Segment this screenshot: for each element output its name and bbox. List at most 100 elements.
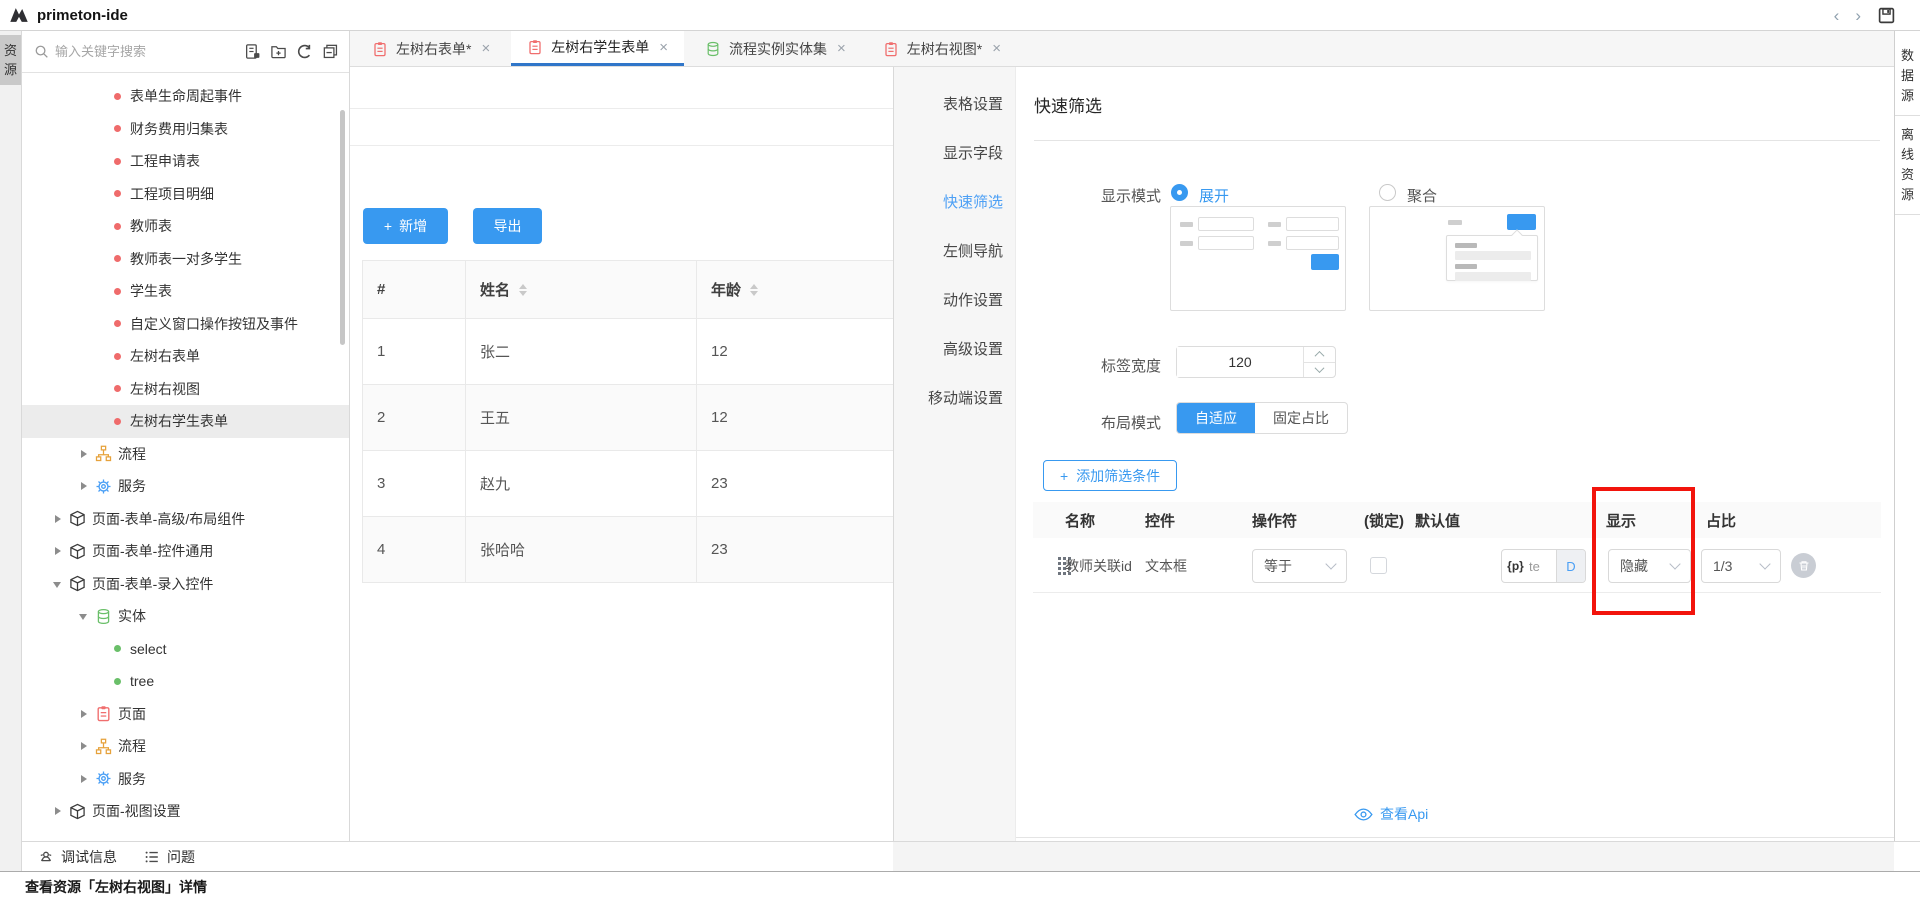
close-icon[interactable]: × [837, 40, 846, 57]
tree-item[interactable]: 表单生命周起事件 [22, 80, 350, 113]
operator-select[interactable]: 等于 [1252, 549, 1347, 583]
tab-document-active[interactable]: 左树右学生表单 × [511, 31, 684, 66]
chevron-right-icon[interactable] [52, 805, 64, 817]
tree-item[interactable]: 左树右视图 [22, 373, 350, 406]
add-filter-condition-button[interactable]: + 添加筛选条件 [1043, 460, 1177, 491]
table-row[interactable]: 3 赵九 23 [363, 451, 893, 517]
tree-item-label: 服务 [118, 476, 146, 496]
chevron-right-icon[interactable] [78, 448, 90, 460]
menu-item-advanced-settings[interactable]: 高级设置 [894, 324, 1015, 373]
chevron-right-icon[interactable] [78, 773, 90, 785]
segment-fixed-ratio[interactable]: 固定占比 [1255, 403, 1347, 433]
chevron-down-icon[interactable] [52, 578, 64, 590]
menu-item-display-fields[interactable]: 显示字段 [894, 128, 1015, 177]
problems-button[interactable]: 问题 [144, 847, 195, 867]
scrollbar[interactable] [340, 110, 345, 345]
rail-tab-offline-resources[interactable]: 离线资源 [1895, 116, 1920, 215]
table-row[interactable]: 4 张哈哈 23 [363, 517, 893, 583]
tree-item[interactable]: 页面-表单-控件通用 [22, 535, 350, 568]
delete-row-icon[interactable] [1791, 553, 1816, 578]
tab-document[interactable]: 流程实例实体集 × [689, 31, 862, 66]
tree-item[interactable]: 服务 [22, 763, 350, 796]
menu-item-mobile-settings[interactable]: 移动端设置 [894, 373, 1015, 422]
tree-item[interactable]: 页面 [22, 698, 350, 731]
tree-item[interactable]: 流程 [22, 438, 350, 471]
chevron-right-icon[interactable] [78, 708, 90, 720]
tree-item[interactable]: 自定义窗口操作按钮及事件 [22, 308, 350, 341]
tree-item[interactable]: select [22, 633, 350, 666]
column-header-age[interactable]: 年龄 [697, 261, 893, 318]
rail-tab-datasource[interactable]: 数据源 [1895, 37, 1920, 116]
save-icon[interactable] [1877, 6, 1896, 25]
display-select[interactable]: 隐藏 [1608, 549, 1691, 583]
tree-item[interactable]: 教师表 [22, 210, 350, 243]
filter-condition-table: 名称 控件 操作符 (锁定) 默认值 显示 占比 教师关联id 文本框 等于 {… [1033, 502, 1881, 593]
close-icon[interactable]: × [481, 40, 490, 57]
close-icon[interactable]: × [659, 39, 668, 56]
debug-info-button[interactable]: 调试信息 [38, 847, 117, 867]
table-row[interactable]: 1 张二 12 [363, 319, 893, 385]
chevron-right-icon[interactable] [52, 545, 64, 557]
menu-item-action-settings[interactable]: 动作设置 [894, 275, 1015, 324]
search-input[interactable] [55, 44, 238, 59]
chevron-right-icon[interactable] [78, 480, 90, 492]
radio-expand[interactable] [1171, 184, 1188, 201]
tree-item[interactable]: 流程 [22, 730, 350, 763]
tree-item-label: 页面-表单-高级/布局组件 [92, 509, 245, 529]
view-api-link[interactable]: 查看Api [1354, 804, 1428, 824]
locate-file-icon[interactable] [244, 43, 261, 60]
settings-panel: 表格设置 显示字段 快速筛选 左侧导航 动作设置 高级设置 移动端设置 快速筛选… [893, 67, 1894, 841]
radio-expand-label[interactable]: 展开 [1199, 185, 1229, 206]
chevron-down-icon[interactable] [78, 610, 90, 622]
menu-item-quick-filter[interactable]: 快速筛选 [894, 177, 1015, 226]
tree-item-label: 财务费用归集表 [130, 119, 228, 139]
tab-document[interactable]: 左树右表单* × [356, 31, 506, 66]
refresh-icon[interactable] [296, 43, 313, 60]
locked-checkbox[interactable] [1370, 557, 1387, 574]
right-rail: 数据源 离线资源 [1894, 31, 1920, 875]
tree-item[interactable]: 实体 [22, 600, 350, 633]
nav-forward-icon[interactable]: › [1855, 7, 1861, 24]
tree-item[interactable]: 页面-视图设置 [22, 795, 350, 828]
ratio-select[interactable]: 1/3 [1701, 549, 1781, 583]
table-row[interactable]: 2 王五 12 [363, 385, 893, 451]
menu-item-left-nav[interactable]: 左侧导航 [894, 226, 1015, 275]
export-button[interactable]: 导出 [473, 208, 542, 244]
tree-item[interactable]: 工程申请表 [22, 145, 350, 178]
new-folder-icon[interactable] [270, 43, 287, 60]
tree-item[interactable]: 左树右表单 [22, 340, 350, 373]
sort-icon[interactable] [750, 284, 758, 296]
default-value-input[interactable]: te [1529, 550, 1556, 582]
segment-adaptive[interactable]: 自适应 [1177, 403, 1255, 433]
tree-item[interactable]: 页面-表单-高级/布局组件 [22, 503, 350, 536]
radio-aggregate[interactable] [1379, 184, 1396, 201]
sort-icon[interactable] [519, 284, 527, 296]
label-width-input[interactable] [1177, 347, 1303, 377]
tree-item[interactable]: 页面-表单-录入控件 [22, 568, 350, 601]
collapse-panels-icon[interactable] [322, 43, 339, 60]
tab-document[interactable]: 左树右视图* × [867, 31, 1017, 66]
nav-back-icon[interactable]: ‹ [1834, 7, 1840, 24]
gear-icon [95, 770, 112, 787]
default-value-button[interactable]: D [1556, 550, 1585, 582]
stepper-up-icon[interactable] [1304, 347, 1335, 363]
chevron-right-icon[interactable] [52, 513, 64, 525]
tree-item[interactable]: tree [22, 665, 350, 698]
search-bar [22, 31, 349, 73]
tree-item[interactable]: 学生表 [22, 275, 350, 308]
add-record-button[interactable]: +新增 [363, 208, 448, 244]
close-icon[interactable]: × [992, 40, 1001, 57]
tree-item[interactable]: 服务 [22, 470, 350, 503]
stepper-down-icon[interactable] [1304, 363, 1335, 378]
status-text: 查看资源「左树右视图」详情 [25, 877, 207, 897]
column-header-name[interactable]: 姓名 [466, 261, 697, 318]
tree-item-selected[interactable]: 左树右学生表单 [22, 405, 350, 438]
tree-item[interactable]: 教师表一对多学生 [22, 243, 350, 276]
activity-tab-resources[interactable]: 资源 [0, 35, 21, 85]
radio-aggregate-label[interactable]: 聚合 [1407, 185, 1437, 206]
tree-item-label: 学生表 [130, 281, 172, 301]
tree-item[interactable]: 工程项目明细 [22, 178, 350, 211]
chevron-right-icon[interactable] [78, 740, 90, 752]
menu-item-table-settings[interactable]: 表格设置 [894, 79, 1015, 128]
tree-item[interactable]: 财务费用归集表 [22, 113, 350, 146]
